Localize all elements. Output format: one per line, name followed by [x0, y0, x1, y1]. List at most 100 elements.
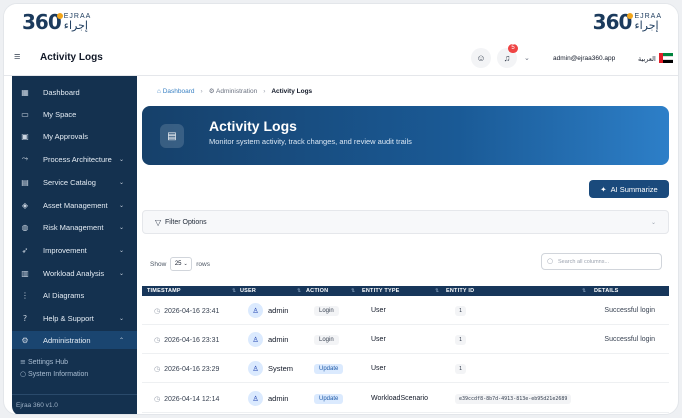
sparkle-icon: ✦	[600, 184, 607, 194]
sort-icon[interactable]: ⇅	[435, 288, 439, 294]
logo[interactable]: 360 EJRAA إجراء	[22, 10, 91, 34]
table-row[interactable]: ◷ 2026-04-16 23:31 ♙ admin Login User 1 Success…	[142, 325, 669, 354]
sidebar-item-label: Workload Analysis	[43, 268, 105, 278]
notification-badge: 5	[508, 44, 518, 53]
chevron-down-icon: ⌄	[183, 261, 188, 267]
sidebar-item-service-catalog[interactable]: ▤ Service Catalog ⌄	[12, 173, 137, 191]
sort-icon[interactable]: ⇅	[351, 288, 355, 294]
timestamp-cell: ◷ 2026-04-14 12:14	[154, 395, 219, 403]
sidebar-item-label: Administration	[43, 335, 91, 345]
sidebar-item-label: Improvement	[43, 245, 87, 255]
user-cell: ♙ admin	[248, 332, 288, 347]
filter-options-panel[interactable]: ▽ Filter Options ⌄	[142, 210, 669, 234]
details: Successful login	[604, 307, 655, 314]
app-frame: 360 EJRAA إجراء 360 EJRAA إجراء ≡ Activi…	[3, 3, 679, 415]
user-cell: ♙ admin	[248, 303, 288, 318]
user-name: admin	[268, 306, 289, 315]
table-row[interactable]: ◷ 2026-04-14 12:14 ♙ admin Update WorkloadSce…	[142, 384, 669, 413]
breadcrumb-admin[interactable]: ⚙ Administration	[209, 87, 257, 95]
uae-flag-icon[interactable]	[659, 53, 673, 63]
table-row[interactable]: ◷ 2026-04-16 23:41 ♙ admin Login User 1 Success…	[142, 296, 669, 325]
action-badge: Update	[314, 364, 344, 374]
user-email[interactable]: admin@ejraa360.app	[553, 55, 615, 62]
logo-text: EJRAA إجراء	[64, 13, 92, 31]
chevron-down-icon: ⌄	[118, 246, 124, 254]
search-icon: ○	[547, 257, 554, 265]
sort-icon[interactable]: ⇅	[232, 288, 236, 294]
chevron-down-icon: ⌄	[118, 223, 124, 231]
logo-secondary: 360 EJRAA إجراء	[593, 10, 662, 34]
entity-id: 1	[455, 306, 467, 316]
column-header-entity-id[interactable]: ENTITY ID	[446, 288, 474, 294]
sort-icon[interactable]: ⇅	[297, 288, 301, 294]
ai-summarize-button[interactable]: ✦ AI Summarize	[589, 180, 669, 198]
breadcrumb-admin-label: Administration	[216, 88, 258, 95]
chevron-down-icon[interactable]: ⌄	[524, 54, 530, 62]
show-label: Show	[150, 260, 167, 268]
sidebar-item-my-space[interactable]: ▭ My Space	[12, 105, 137, 123]
sidebar: ▦ Dashboard ▭ My Space ▣ My Approvals ⤳ Process…	[12, 76, 137, 414]
sidebar-item-label: My Space	[43, 109, 77, 119]
sidebar-item-process-architecture[interactable]: ⤳ Process Architecture ⌄	[12, 150, 137, 168]
user-name: System	[268, 364, 294, 373]
logo-band: 360 EJRAA إجراء 360 EJRAA إجراء	[4, 4, 678, 40]
table-row[interactable]: ◷ 2026-04-16 23:29 ♙ System Update User 1	[142, 354, 669, 383]
breadcrumb-separator: ›	[200, 87, 203, 95]
sidebar-item-asset-management[interactable]: ◈ Asset Management ⌄	[12, 196, 137, 214]
breadcrumb-home[interactable]: ⌂ Dashboard	[157, 88, 195, 95]
sidebar-item-label: Help & Support	[43, 313, 94, 323]
language-switch[interactable]: العربية	[638, 55, 656, 63]
details: Successful login	[604, 336, 655, 343]
chevron-down-icon: ⌄	[118, 314, 124, 322]
search-box: ○ Search all columns...	[541, 253, 662, 270]
column-header-action[interactable]: ACTION	[306, 288, 328, 294]
folder-icon: ▭	[21, 109, 29, 119]
chevron-down-icon: ⌄	[118, 269, 124, 277]
sliders-icon: ≡	[20, 358, 26, 366]
rocket-icon: ➶	[21, 245, 29, 255]
sidebar-subitem-system-information[interactable]: ○ System Information	[12, 368, 137, 380]
breadcrumb-current: Activity Logs	[271, 87, 313, 95]
chevron-down-icon: ⌄	[118, 201, 124, 209]
sidebar-item-workload-analysis[interactable]: ▥ Workload Analysis ⌄	[12, 264, 137, 282]
sidebar-item-risk-management[interactable]: ◍ Risk Management ⌄	[12, 218, 137, 236]
box-icon: ◈	[21, 200, 29, 210]
page-size-select[interactable]: 25 ⌄	[170, 257, 193, 271]
gear-icon: ⚙	[21, 335, 29, 345]
version-label: Ejraa 360 v1.0	[12, 394, 137, 414]
sort-icon[interactable]: ⇅	[582, 288, 586, 294]
info-icon: ○	[20, 370, 27, 378]
menu-icon[interactable]: ≡	[14, 52, 24, 63]
sidebar-subitem-settings-hub[interactable]: ≡ Settings Hub	[12, 356, 137, 368]
sidebar-item-improvement[interactable]: ➶ Improvement ⌄	[12, 241, 137, 259]
breadcrumb-home-label: Dashboard	[162, 87, 195, 95]
user-cell: ♙ System	[248, 361, 293, 376]
hero-title: Activity Logs	[209, 118, 297, 134]
column-header-entity-type[interactable]: ENTITY TYPE	[362, 288, 400, 294]
entity-id: 1	[455, 364, 467, 374]
sidebar-item-label: AI Diagrams	[43, 290, 85, 300]
sidebar-item-label: Asset Management	[43, 200, 108, 210]
chevron-up-icon: ⌃	[118, 336, 124, 344]
column-header-user[interactable]: USER	[240, 288, 256, 294]
search-input[interactable]: Search all columns...	[558, 259, 609, 265]
briefcase-icon: ▤	[21, 177, 29, 187]
sidebar-item-my-approvals[interactable]: ▣ My Approvals	[12, 127, 137, 145]
sidebar-item-ai-diagrams[interactable]: ⋮ AI Diagrams	[12, 286, 137, 304]
rows-label: rows	[196, 260, 210, 268]
user-avatar-icon: ♙	[248, 361, 263, 376]
sidebar-item-administration[interactable]: ⚙ Administration ⌃	[12, 331, 137, 349]
robot-icon[interactable]: ☺	[471, 48, 491, 68]
logo-ar: إجراء	[63, 19, 88, 32]
diagram-icon: ⋮	[21, 290, 29, 300]
hero-banner: ▤ Activity Logs Monitor system activity,…	[142, 106, 669, 165]
column-header-timestamp[interactable]: TIMESTAMP	[147, 288, 181, 294]
logo-number-secondary: 360	[592, 10, 633, 34]
sidebar-item-help-support[interactable]: ? Help & Support ⌄	[12, 309, 137, 327]
table-header: TIMESTAMP ⇅ USER ⇅ ACTION ⇅ ENTITY TYPE …	[142, 286, 669, 296]
action-badge: Login	[314, 335, 339, 345]
timestamp-cell: ◷ 2026-04-16 23:31	[154, 336, 219, 344]
entity-id: e39ccdf8-8b7d-4913-813e-eb95d21e2689	[455, 394, 572, 404]
sidebar-item-dashboard[interactable]: ▦ Dashboard	[12, 83, 137, 101]
chevron-down-icon: ⌄	[118, 155, 124, 163]
